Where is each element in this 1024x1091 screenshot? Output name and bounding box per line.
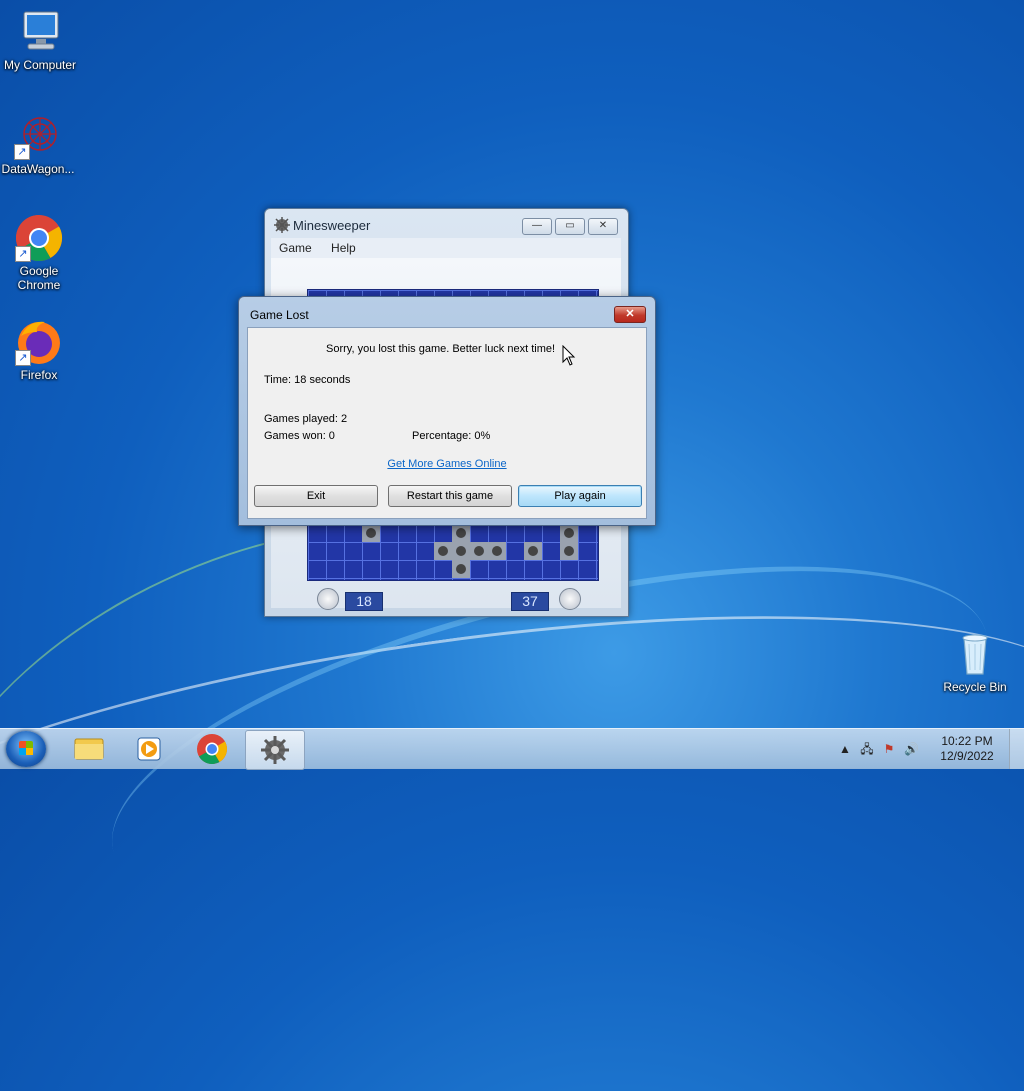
show-desktop-button[interactable]: [1009, 729, 1024, 769]
menu-game[interactable]: Game: [271, 238, 320, 258]
dialog-title: Game Lost: [250, 308, 309, 322]
dialog-content: Sorry, you lost this game. Better luck n…: [247, 327, 647, 519]
get-more-games-link[interactable]: Get More Games Online: [248, 458, 646, 470]
revealed-mine: [452, 542, 470, 560]
chrome-icon: ↗: [15, 214, 63, 262]
volume-icon[interactable]: 🔊: [904, 742, 919, 756]
computer-icon: [16, 8, 64, 56]
desktop-icon-my-computer[interactable]: My Computer: [0, 8, 80, 72]
lost-message: Sorry, you lost this game. Better luck n…: [326, 343, 556, 355]
mines-counter: 37: [511, 592, 549, 611]
games-won-text: Games won: 0: [264, 430, 335, 442]
action-center-flag-icon[interactable]: ⚑: [882, 742, 896, 756]
wallpaper-swoosh: [0, 551, 1024, 1032]
shortcut-arrow-icon: ↗: [14, 144, 30, 160]
desktop-icon-recycle-bin[interactable]: Recycle Bin: [935, 630, 1015, 694]
datawagon-icon: ↗: [14, 112, 62, 160]
minesweeper-gear-icon: [274, 217, 290, 233]
games-played-text: Games played: 2: [264, 413, 348, 425]
system-tray: ▲ 🖧 ⚑ 🔊 10:22 PM 12/9/2022: [834, 729, 1024, 769]
timer-clock-icon: [317, 588, 339, 610]
taskbar-chrome-button[interactable]: [183, 730, 241, 768]
clock-date: 12/9/2022: [940, 749, 994, 763]
menu-help[interactable]: Help: [323, 238, 364, 258]
revealed-mine: [452, 524, 470, 542]
time-counter: 18: [345, 592, 383, 611]
taskbar-minesweeper-button[interactable]: [245, 730, 305, 770]
desktop-icon-label: Firefox: [20, 368, 58, 382]
mouse-cursor-icon: [562, 344, 576, 367]
desktop-icon-datawagon[interactable]: ↗ DataWagon...: [0, 112, 78, 176]
network-icon[interactable]: 🖧: [860, 742, 874, 756]
revealed-mine: [470, 542, 488, 560]
window-title: Minesweeper: [293, 218, 371, 233]
firefox-icon: ↗: [15, 318, 63, 366]
shortcut-arrow-icon: ↗: [15, 350, 31, 366]
windows-logo-icon: [19, 741, 33, 755]
desktop-icon-firefox[interactable]: ↗ Firefox: [0, 318, 79, 382]
game-lost-dialog: Game Lost ✕ Sorry, you lost this game. B…: [238, 296, 656, 526]
mine-counter-icon: [559, 588, 581, 610]
desktop-icon-label: Recycle Bin: [943, 680, 1007, 694]
desktop-icon-google-chrome[interactable]: ↗ Google Chrome: [0, 214, 79, 292]
exit-button[interactable]: Exit: [254, 485, 378, 507]
revealed-mine: [560, 524, 578, 542]
menu-bar: Game Help: [271, 238, 621, 258]
close-button[interactable]: ✕: [588, 218, 618, 235]
revealed-mine: [434, 542, 452, 560]
minesweeper-gear-icon: [261, 736, 289, 764]
taskbar-clock[interactable]: 10:22 PM 12/9/2022: [936, 734, 998, 764]
play-again-button[interactable]: Play again: [518, 485, 642, 507]
start-button[interactable]: [6, 731, 46, 767]
desktop-icon-label: My Computer: [3, 58, 77, 72]
chrome-icon: [197, 734, 228, 765]
revealed-mine: [488, 542, 506, 560]
taskbar: ▲ 🖧 ⚑ 🔊 10:22 PM 12/9/2022: [0, 728, 1024, 770]
shortcut-arrow-icon: ↗: [15, 246, 31, 262]
revealed-mine: [452, 560, 470, 578]
clock-time: 10:22 PM: [941, 734, 993, 748]
time-text: Time: 18 seconds: [264, 374, 351, 386]
show-hidden-icons-arrow-icon[interactable]: ▲: [838, 742, 852, 756]
taskbar-explorer-button[interactable]: [60, 730, 118, 768]
desktop-icon-label: Google Chrome: [17, 264, 61, 292]
recycle-bin-icon: [951, 630, 999, 678]
taskbar-media-player-button[interactable]: [120, 730, 178, 768]
revealed-mine: [362, 524, 380, 542]
desktop-icon-label: DataWagon...: [1, 162, 75, 176]
minimize-button[interactable]: —: [522, 218, 552, 235]
percentage-text: Percentage: 0%: [412, 430, 491, 442]
revealed-mine: [524, 542, 542, 560]
maximize-button[interactable]: ▭: [555, 218, 585, 235]
media-player-icon: [137, 737, 161, 761]
restart-game-button[interactable]: Restart this game: [388, 485, 512, 507]
revealed-mine: [560, 542, 578, 560]
folder-icon: [74, 738, 104, 760]
dialog-close-button[interactable]: ✕: [614, 306, 646, 323]
